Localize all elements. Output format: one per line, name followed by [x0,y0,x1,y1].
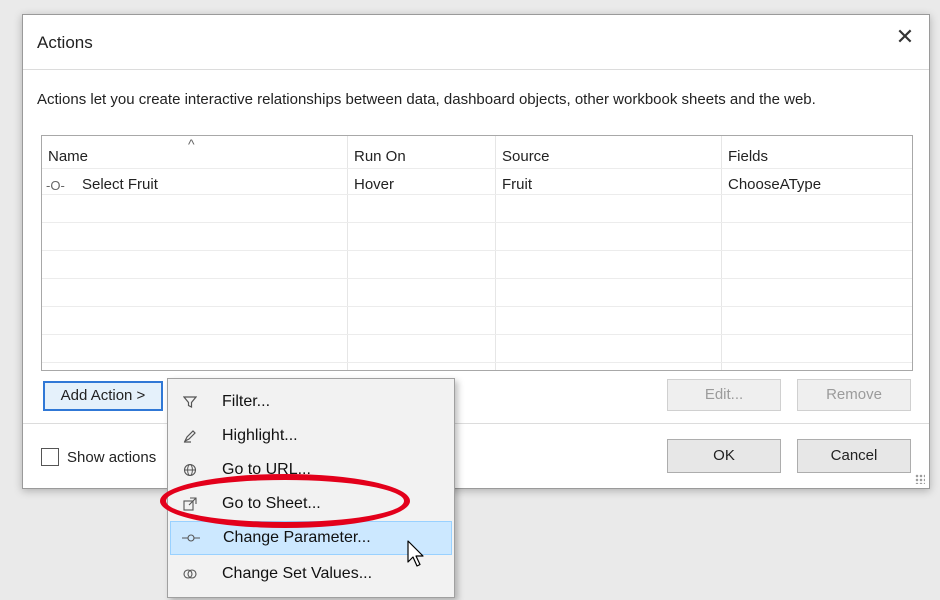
row-divider [42,334,912,335]
resize-grip-icon[interactable] [915,474,925,484]
row-name-cell[interactable]: Select Fruit [82,176,158,193]
change-parameter-icon [175,533,207,543]
show-actions-checkbox[interactable]: Show actions [41,445,156,469]
row-divider [42,362,912,363]
dialog-title: Actions [37,33,93,52]
go-to-sheet-icon [174,497,206,511]
set-values-icon [174,567,206,581]
column-header-fields[interactable]: Fields [728,148,768,165]
menu-item-go-to-url[interactable]: Go to URL... [170,453,452,487]
menu-item-filter[interactable]: Filter... [170,385,452,419]
menu-item-label: Change Set Values... [222,565,373,582]
row-divider [42,168,912,169]
edit-button[interactable]: Edit... [667,379,781,411]
column-header-run-on[interactable]: Run On [354,148,406,165]
ok-button[interactable]: OK [667,439,781,473]
cancel-button[interactable]: Cancel [797,439,911,473]
sort-ascending-icon: ^ [188,136,195,152]
row-divider [42,250,912,251]
column-header-source[interactable]: Source [502,148,550,165]
menu-item-highlight[interactable]: Highlight... [170,419,452,453]
footer-divider [23,423,929,424]
actions-table[interactable]: ^ Name Run On Source Fields -O- Select F… [41,135,913,371]
row-run-on-cell[interactable]: Hover [354,176,394,193]
close-icon[interactable]: ✕ [893,25,917,49]
row-divider [42,194,912,195]
show-actions-label: Show actions [67,448,157,466]
menu-item-go-to-sheet[interactable]: Go to Sheet... [170,487,452,521]
row-fields-cell[interactable]: ChooseAType [728,176,821,193]
filter-icon [174,395,206,409]
change-parameter-icon: -O- [46,178,65,193]
highlight-pen-icon [174,429,206,443]
remove-button[interactable]: Remove [797,379,911,411]
menu-item-label: Go to Sheet... [222,495,321,512]
mouse-pointer-icon [407,540,425,573]
add-action-button[interactable]: Add Action > [43,381,163,411]
menu-item-label: Go to URL... [222,461,311,478]
globe-icon [174,463,206,477]
menu-item-label: Change Parameter... [223,529,371,546]
dialog-description: Actions let you create interactive relat… [37,91,816,108]
menu-item-label: Highlight... [222,427,298,444]
row-divider [42,222,912,223]
row-source-cell[interactable]: Fruit [502,176,532,193]
checkbox-box[interactable] [41,448,59,466]
row-divider [42,306,912,307]
title-divider [23,69,929,70]
row-divider [42,278,912,279]
actions-dialog: Actions ✕ Actions let you create interac… [22,14,930,489]
menu-item-label: Filter... [222,393,271,410]
column-header-name[interactable]: Name [48,148,88,165]
